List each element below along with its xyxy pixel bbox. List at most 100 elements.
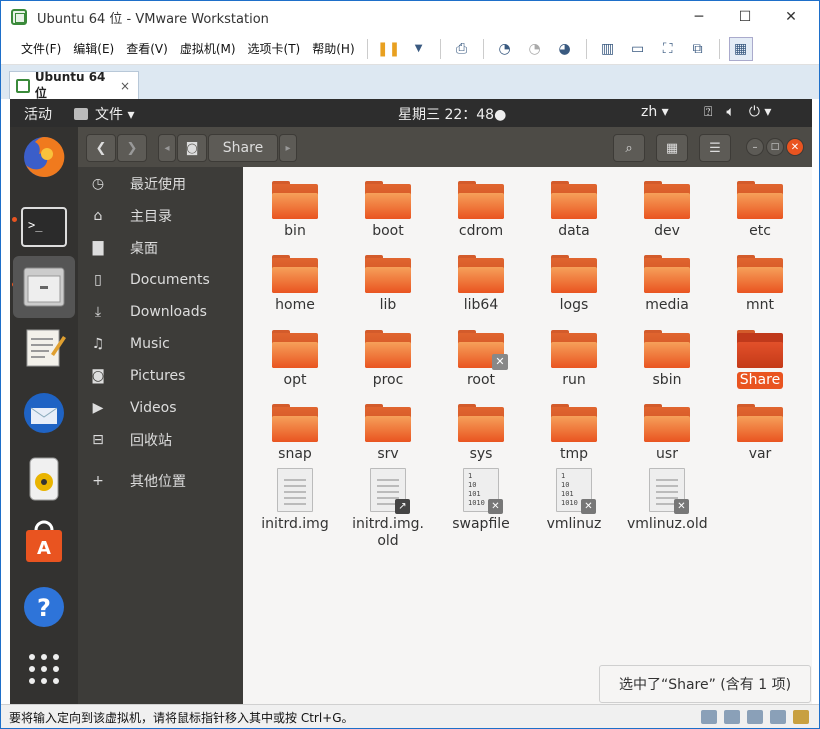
activities-button[interactable]: 活动	[24, 104, 52, 124]
pause-icon[interactable]: ❚❚	[377, 37, 401, 61]
terminal-icon[interactable]: >_	[20, 203, 68, 251]
firefox-icon[interactable]	[20, 133, 68, 181]
snapshot-manager-icon[interactable]: ◕	[553, 37, 577, 61]
download-icon: ⤓	[94, 304, 102, 320]
file-item[interactable]: dev	[627, 181, 707, 240]
sidebar-item-documents[interactable]: ▯ Documents	[78, 265, 243, 295]
file-item[interactable]: home	[255, 255, 335, 314]
maximize-button[interactable]: ☐	[722, 1, 768, 33]
close-button[interactable]: ✕	[768, 1, 814, 33]
usb-icon[interactable]	[770, 710, 786, 724]
files-icon[interactable]	[13, 256, 75, 318]
text-file-icon: ✕	[649, 468, 689, 514]
file-item[interactable]: run	[534, 330, 614, 389]
revert-snapshot-icon[interactable]: ◔	[523, 37, 547, 61]
thumbnail-view-icon[interactable]: ▦	[728, 36, 753, 61]
path-scroll-right[interactable]: ▸	[279, 134, 297, 162]
console-view-icon[interactable]: ▭	[626, 37, 650, 61]
file-item[interactable]: data	[534, 181, 614, 240]
file-name: tmp	[559, 446, 588, 462]
message-icon[interactable]	[793, 710, 809, 724]
network-icon[interactable]	[747, 710, 763, 724]
snapshot-icon[interactable]: ◔	[493, 37, 517, 61]
sidebar-item-music[interactable]: ♫ Music	[78, 329, 243, 359]
svg-text:>_: >_	[28, 218, 43, 232]
file-item[interactable]: media	[627, 255, 707, 314]
menu-file[interactable]: 文件(F)	[15, 40, 67, 57]
file-item[interactable]: initrd.img	[255, 468, 335, 533]
path-scroll-left[interactable]: ◂	[158, 134, 176, 162]
accessibility-icon[interactable]: ⍰	[704, 104, 712, 120]
back-button[interactable]: ❮	[86, 134, 116, 162]
menu-edit[interactable]: 编辑(E)	[67, 40, 120, 57]
file-item[interactable]: tmp	[534, 404, 614, 463]
file-item[interactable]: usr	[627, 404, 707, 463]
power-icon[interactable]: ⏻ ▾	[749, 104, 772, 120]
file-item[interactable]: 1 10 101 1010 ✕ swapfile	[441, 468, 521, 533]
hamburger-menu-icon[interactable]: ☰	[699, 134, 731, 162]
view-toggle-icon[interactable]: ▦	[656, 134, 688, 162]
volume-icon[interactable]: 🔈︎	[726, 104, 734, 120]
file-item[interactable]: mnt	[720, 255, 800, 314]
show-applications-icon[interactable]	[20, 645, 68, 693]
file-item[interactable]: logs	[534, 255, 614, 314]
window-close-icon[interactable]: ✕	[786, 138, 804, 156]
cdrom-icon[interactable]	[724, 710, 740, 724]
sidebar-item-desktop[interactable]: ▇ 桌面	[78, 233, 243, 263]
file-item[interactable]: snap	[255, 404, 335, 463]
file-item[interactable]: ↗ initrd.img.old	[348, 468, 428, 550]
file-item[interactable]: boot	[348, 181, 428, 240]
file-item[interactable]: srv	[348, 404, 428, 463]
sidebar-item-pictures[interactable]: ◙ Pictures	[78, 361, 243, 391]
file-item[interactable]: proc	[348, 330, 428, 389]
menu-view[interactable]: 查看(V)	[120, 40, 174, 57]
file-item[interactable]: ✕ root	[441, 330, 521, 389]
text-editor-icon[interactable]	[20, 323, 68, 371]
dropdown-icon[interactable]: ▼	[407, 37, 431, 61]
file-item[interactable]: sbin	[627, 330, 707, 389]
sidebar-item-downloads[interactable]: ⤓ Downloads	[78, 297, 243, 327]
sidebar-item-videos[interactable]: ▶ Videos	[78, 393, 243, 423]
file-item[interactable]: lib64	[441, 255, 521, 314]
path-root-icon[interactable]: ◙	[177, 134, 207, 162]
path-share-button[interactable]: Share	[208, 134, 278, 162]
file-item[interactable]: bin	[255, 181, 335, 240]
input-language[interactable]: zh ▾	[641, 104, 669, 120]
thunderbird-icon[interactable]	[20, 389, 68, 437]
tab-close-icon[interactable]: ×	[120, 79, 130, 93]
guest-screen[interactable]: 活动 文件 ▾ 星期三 22：48● zh ▾ ⍰ 🔈︎ ⏻ ▾ >_ A ? …	[10, 99, 812, 704]
sidebar-item-home[interactable]: ⌂ 主目录	[78, 201, 243, 231]
hard-disk-icon[interactable]	[701, 710, 717, 724]
file-item[interactable]: etc	[720, 181, 800, 240]
sidebar-item-recent[interactable]: ◷ 最近使用	[78, 169, 243, 199]
forward-button[interactable]: ❯	[117, 134, 147, 162]
menu-help[interactable]: 帮助(H)	[306, 40, 360, 57]
window-minimize-icon[interactable]: –	[746, 138, 764, 156]
unity-icon[interactable]: ⧉	[686, 37, 710, 61]
sidebar-item-other-locations[interactable]: + 其他位置	[78, 466, 243, 496]
file-item[interactable]: sys	[441, 404, 521, 463]
file-item[interactable]: ✕ vmlinuz.old	[627, 468, 708, 533]
software-center-icon[interactable]: A	[20, 519, 68, 567]
app-menu[interactable]: 文件 ▾	[74, 104, 134, 124]
help-icon[interactable]: ?	[20, 583, 68, 631]
file-item[interactable]: cdrom	[441, 181, 521, 240]
tab-ubuntu[interactable]: Ubuntu 64 位 ×	[9, 70, 139, 100]
rhythmbox-icon[interactable]	[20, 455, 68, 503]
file-item[interactable]: Share	[720, 330, 800, 389]
minimize-button[interactable]: ─	[676, 1, 722, 33]
file-item[interactable]: var	[720, 404, 800, 463]
file-item[interactable]: opt	[255, 330, 335, 389]
file-item[interactable]: 1 10 101 1010 ✕ vmlinuz	[534, 468, 614, 533]
library-icon[interactable]: ▥	[596, 37, 620, 61]
menu-tabs[interactable]: 选项卡(T)	[242, 40, 307, 57]
file-item[interactable]: lib	[348, 255, 428, 314]
search-icon[interactable]: ⌕	[613, 134, 645, 162]
fullscreen-icon[interactable]: ⛶	[656, 37, 680, 61]
menu-vm[interactable]: 虚拟机(M)	[174, 40, 242, 57]
clock[interactable]: 星期三 22：48●	[398, 104, 506, 124]
sidebar-item-trash[interactable]: ⊟ 回收站	[78, 425, 243, 455]
window-maximize-icon[interactable]: □	[766, 138, 784, 156]
send-ctrl-alt-del-icon[interactable]: ⎙	[450, 37, 474, 61]
system-tray[interactable]: ⍰ 🔈︎ ⏻ ▾	[704, 104, 771, 120]
